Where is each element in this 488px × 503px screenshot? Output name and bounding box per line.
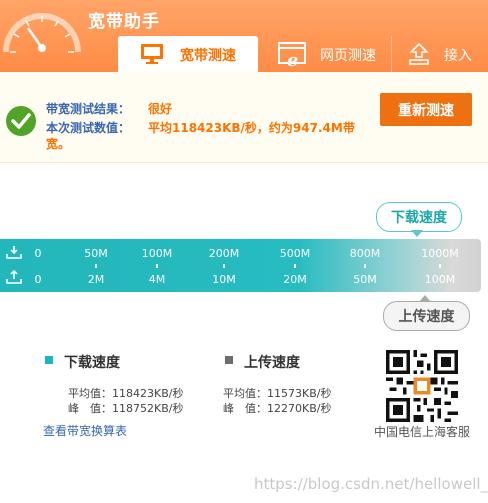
scale-tick <box>294 264 296 268</box>
tab-web-test[interactable]: e 网页测速 <box>268 36 388 72</box>
download-scale-label: 800M <box>349 247 381 260</box>
upload-legend-swatch <box>225 356 233 364</box>
upload-scale-label: 50M <box>353 273 377 286</box>
tab-access-label: 接入 <box>444 48 472 64</box>
monitor-icon <box>141 44 163 64</box>
download-peak: 峰 值：118752KB/秒 <box>68 402 184 415</box>
upload-average: 平均值：11573KB/秒 <box>223 387 332 400</box>
tab-web-test-label: 网页测速 <box>320 48 376 64</box>
scale-tick <box>95 264 97 268</box>
download-scale-label: 0 <box>34 247 42 260</box>
tab-divider <box>391 36 392 72</box>
download-icon <box>6 246 22 259</box>
scale-tick <box>156 264 158 268</box>
download-scale-label: 500M <box>279 247 311 260</box>
download-scale-label: 200M <box>208 247 240 260</box>
upload-scale-label: 100M <box>424 273 456 286</box>
header-bar: 宽带助手 宽带测速 e 网页测速 接入 <box>0 0 488 72</box>
tab-bandwidth-test[interactable]: 宽带测速 <box>118 36 258 72</box>
retest-button[interactable]: 重新测速 <box>380 93 472 126</box>
scale-tick <box>439 264 441 268</box>
upload-scale-label: 10M <box>212 273 236 286</box>
network-icon <box>409 42 429 65</box>
upload-scale-label: 20M <box>283 273 307 286</box>
scale-tick <box>223 264 225 268</box>
result-label: 带宽测试结果： <box>46 102 131 116</box>
speedometer-icon <box>3 13 81 53</box>
bandwidth-conversion-link[interactable]: 查看带宽换算表 <box>43 422 127 439</box>
svg-text:e: e <box>287 50 298 68</box>
measured-value: 平均118423KB/秒，约为947.4M带 <box>148 121 355 135</box>
scale-tick <box>364 264 366 268</box>
download-average: 平均值：118423KB/秒 <box>68 387 184 400</box>
check-icon <box>6 106 36 136</box>
upload-icon <box>6 270 22 284</box>
qr-code <box>386 350 458 422</box>
measured-label: 本次测试数值： <box>46 121 131 135</box>
download-legend-title: 下载速度 <box>64 355 120 371</box>
download-bubble-pointer <box>411 230 423 237</box>
upload-scale-label: 4M <box>148 273 166 286</box>
upload-scale-label: 0 <box>34 273 42 286</box>
tab-bandwidth-test-label: 宽带测速 <box>180 48 236 64</box>
result-value: 很好 <box>148 102 173 116</box>
app-title: 宽带助手 <box>88 12 160 32</box>
download-scale-label: 1000M <box>421 247 459 260</box>
qr-caption: 中国电信上海客服 <box>374 425 471 439</box>
upload-scale-label: 2M <box>87 273 105 286</box>
download-scale-label: 50M <box>84 247 108 260</box>
test-result-panel: 带宽测试结果： 很好 本次测试数值： 平均118423KB/秒，约为947.4M… <box>0 72 488 163</box>
upload-speed-bubble: 上传速度 <box>383 301 470 331</box>
upload-legend-title: 上传速度 <box>244 355 300 371</box>
tab-access[interactable]: 接入 <box>396 36 488 72</box>
speed-meter-bar: 0 50M 100M 200M 500M 800M 1000M 0 2M 4M … <box>0 239 481 292</box>
upload-peak: 峰 值：12270KB/秒 <box>223 402 332 415</box>
ie-browser-icon: e <box>278 42 306 68</box>
download-legend-swatch <box>45 356 53 364</box>
download-speed-bubble: 下载速度 <box>376 202 462 232</box>
download-scale-label: 100M <box>141 247 173 260</box>
watermark-url: https://blog.csdn.net/hellowell_g <box>254 475 488 493</box>
measured-value-wrap: 宽。 <box>46 137 71 151</box>
